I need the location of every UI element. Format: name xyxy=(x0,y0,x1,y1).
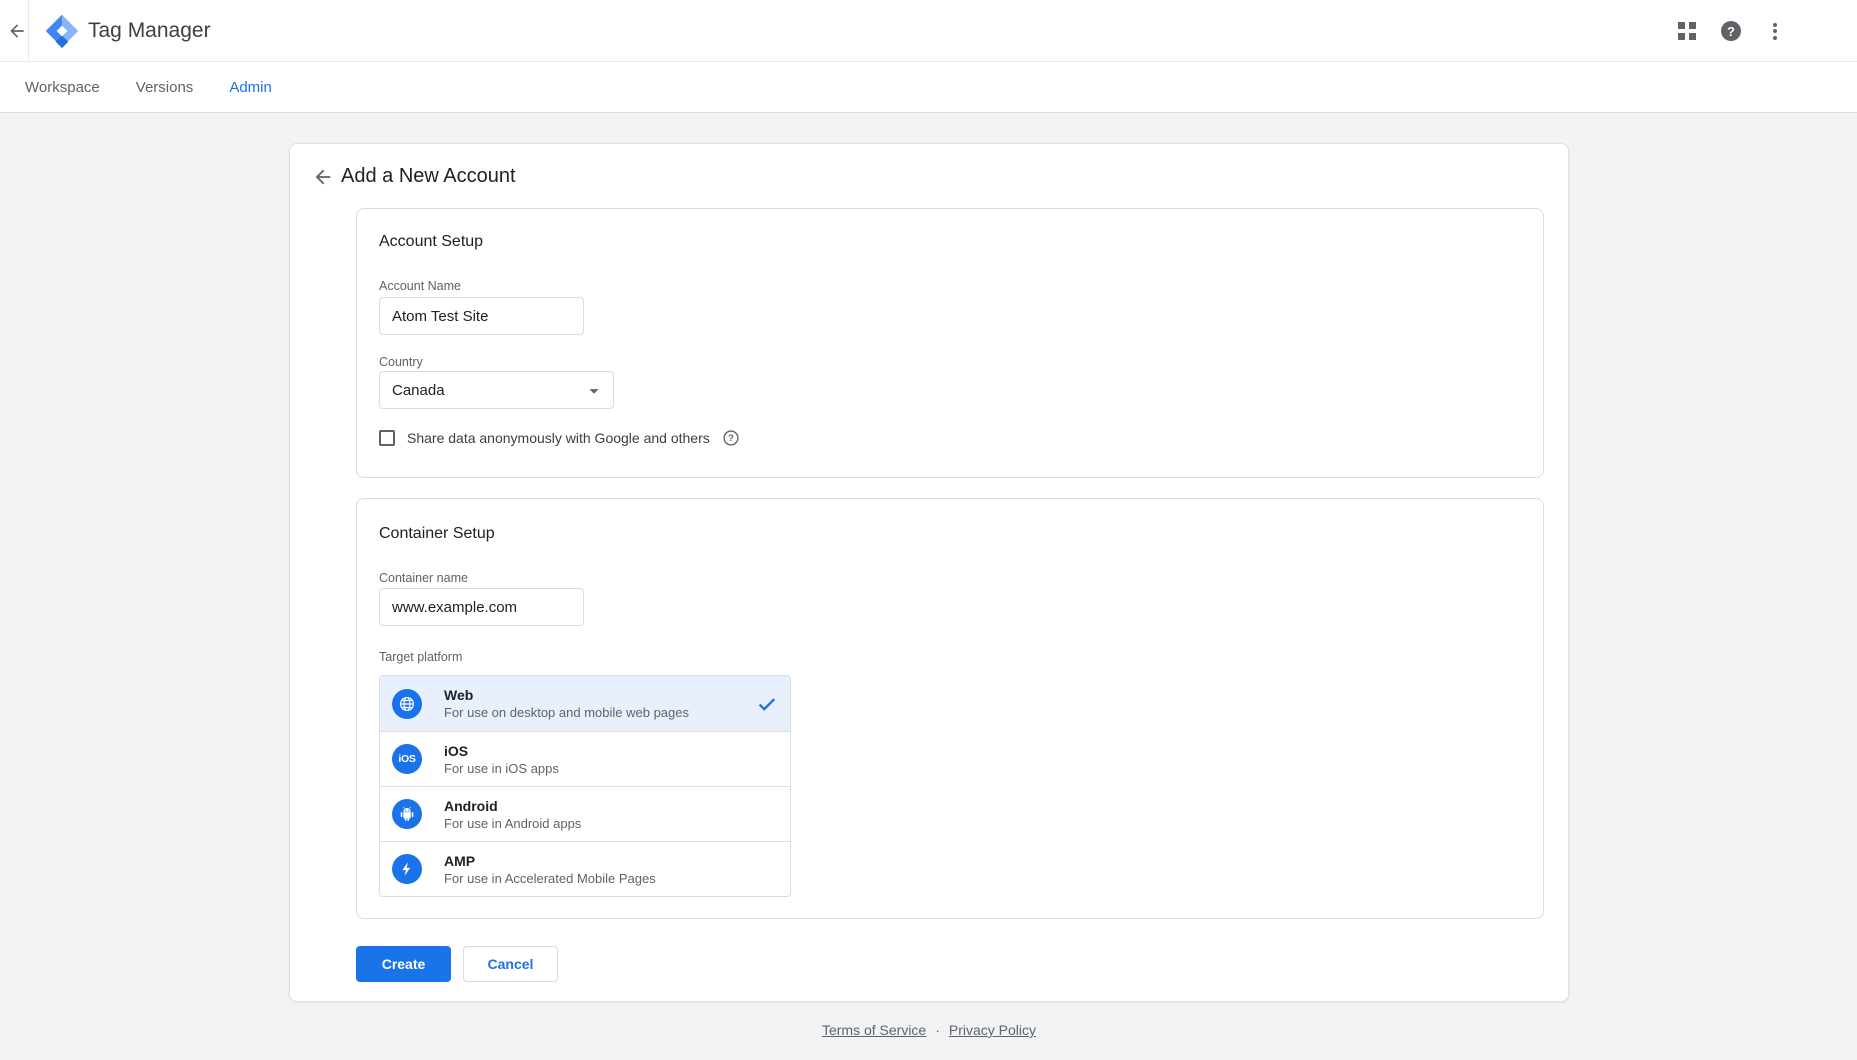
platform-text: AMP For use in Accelerated Mobile Pages xyxy=(444,853,656,886)
tab-versions[interactable]: Versions xyxy=(136,79,194,96)
dot xyxy=(1773,36,1777,40)
create-button[interactable]: Create xyxy=(356,946,451,982)
tab-workspace[interactable]: Workspace xyxy=(25,79,100,96)
container-name-label: Container name xyxy=(379,571,468,585)
platform-name: Android xyxy=(444,798,581,814)
container-setup-heading: Container Setup xyxy=(379,525,495,543)
cancel-button[interactable]: Cancel xyxy=(463,946,558,982)
help-icon[interactable]: ? xyxy=(1721,21,1741,41)
grid-square xyxy=(1689,22,1696,29)
account-setup-heading: Account Setup xyxy=(379,233,483,251)
target-platform-label: Target platform xyxy=(379,650,462,664)
privacy-policy-link[interactable]: Privacy Policy xyxy=(949,1022,1036,1038)
container-setup-section: Container Setup Container name Target pl… xyxy=(356,498,1544,919)
app-title: Tag Manager xyxy=(88,0,211,62)
platform-text: Web For use on desktop and mobile web pa… xyxy=(444,687,689,720)
platform-description: For use in Android apps xyxy=(444,816,581,831)
footer: Terms of Service · Privacy Policy xyxy=(289,1022,1569,1038)
terms-of-service-link[interactable]: Terms of Service xyxy=(822,1022,926,1038)
tag-manager-logo-icon xyxy=(44,13,80,49)
account-name-label: Account Name xyxy=(379,279,461,293)
account-setup-section: Account Setup Account Name Country Canad… xyxy=(356,208,1544,478)
back-arrow-icon xyxy=(312,166,334,188)
card-back-button[interactable] xyxy=(306,160,340,194)
platform-text: iOS For use in iOS apps xyxy=(444,743,559,776)
platform-description: For use on desktop and mobile web pages xyxy=(444,705,689,720)
grid-square xyxy=(1678,22,1685,29)
container-name-input[interactable] xyxy=(379,588,584,626)
help-outline-icon[interactable]: ? xyxy=(722,429,740,447)
platform-name: AMP xyxy=(444,853,656,869)
country-selected-value: Canada xyxy=(392,382,445,399)
main-tab-bar: Workspace Versions Admin xyxy=(0,62,1857,113)
platform-name: iOS xyxy=(444,743,559,759)
platform-option-android[interactable]: Android For use in Android apps xyxy=(380,786,790,841)
app-header: Tag Manager ? xyxy=(0,0,1857,62)
platform-text: Android For use in Android apps xyxy=(444,798,581,831)
target-platform-list: Web For use on desktop and mobile web pa… xyxy=(379,675,791,897)
back-arrow-icon xyxy=(7,21,27,41)
platform-option-amp[interactable]: AMP For use in Accelerated Mobile Pages xyxy=(380,841,790,896)
ios-icon: iOS xyxy=(392,744,422,774)
more-menu-icon[interactable] xyxy=(1766,22,1784,40)
grid-square xyxy=(1678,33,1685,40)
amp-icon xyxy=(392,854,422,884)
dot xyxy=(1773,23,1777,27)
platform-name: Web xyxy=(444,687,689,703)
country-label: Country xyxy=(379,355,423,369)
share-data-row: Share data anonymously with Google and o… xyxy=(379,429,740,447)
header-back-button[interactable] xyxy=(4,17,30,45)
grid-square xyxy=(1689,33,1696,40)
svg-text:?: ? xyxy=(728,433,734,443)
tab-admin[interactable]: Admin xyxy=(229,79,272,96)
share-data-checkbox[interactable] xyxy=(379,430,395,446)
header-divider xyxy=(28,0,29,62)
page-title: Add a New Account xyxy=(341,165,516,188)
ios-glyph: iOS xyxy=(398,753,415,765)
chevron-down-icon xyxy=(583,380,605,402)
android-icon xyxy=(392,799,422,829)
footer-separator: · xyxy=(935,1022,940,1038)
country-select[interactable]: Canada xyxy=(379,371,614,409)
platform-description: For use in iOS apps xyxy=(444,761,559,776)
add-account-card: Add a New Account Account Setup Account … xyxy=(289,143,1569,1002)
platform-description: For use in Accelerated Mobile Pages xyxy=(444,871,656,886)
account-name-input[interactable] xyxy=(379,297,584,335)
share-data-label: Share data anonymously with Google and o… xyxy=(407,430,710,446)
platform-option-ios[interactable]: iOS iOS For use in iOS apps xyxy=(380,731,790,786)
platform-option-web[interactable]: Web For use on desktop and mobile web pa… xyxy=(380,676,790,731)
globe-icon xyxy=(392,689,422,719)
apps-grid-icon[interactable] xyxy=(1678,22,1696,40)
selected-check-icon xyxy=(756,693,778,715)
dot xyxy=(1773,29,1777,33)
